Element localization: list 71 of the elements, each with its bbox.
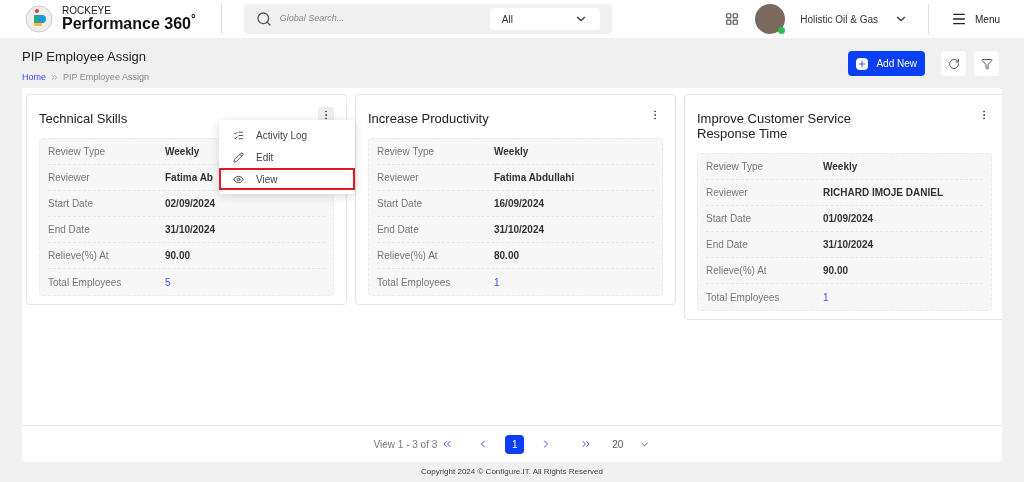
field-label: Reviewer — [48, 171, 91, 185]
employee-count-link[interactable]: 5 — [165, 274, 171, 290]
filter-button[interactable] — [974, 51, 999, 76]
page-button[interactable]: 1 — [505, 434, 525, 454]
brand-title: Performance 360$^{°}$ — [62, 16, 196, 32]
brand-subtitle: ROCKEYE — [62, 6, 112, 16]
avatar[interactable] — [755, 4, 786, 34]
refresh-icon — [947, 57, 960, 70]
field-value: Weekly — [494, 145, 529, 159]
field-value: 90.00 — [823, 264, 849, 278]
card-title: Technical Skills — [39, 111, 129, 126]
filter-icon — [980, 57, 993, 70]
field-value: 90.00 — [165, 249, 191, 263]
field-label: Start Date — [48, 197, 95, 211]
menu-item[interactable]: Activity Log — [219, 124, 355, 146]
scope-dropdown[interactable]: All — [489, 8, 600, 30]
field-value: 02/09/2024 — [165, 197, 216, 211]
page-size-select[interactable]: 20 — [612, 436, 651, 452]
field-value: 31/10/2024 — [165, 223, 216, 237]
field-value: 31/10/2024 — [823, 238, 874, 252]
search-field[interactable]: Global Search... All — [243, 4, 612, 34]
field-value: Weekly — [823, 160, 858, 174]
menu-item[interactable]: Edit — [219, 146, 355, 168]
logo-icon — [24, 4, 54, 34]
add-new-button[interactable]: Add New — [848, 51, 925, 76]
field-value: RICHARD IMOJE DANIEL — [823, 186, 943, 200]
field-label: Relieve(%) At — [706, 264, 768, 278]
field-value: Fatima Ab — [165, 171, 213, 185]
menu-icon — [951, 11, 967, 27]
view-icon — [233, 173, 244, 185]
footer-copyright: Copyright 2024 © Configure.IT. All Rights Reserved — [421, 466, 603, 478]
breadcrumb-separator-icon — [50, 72, 59, 82]
field-label: Reviewer — [377, 171, 420, 185]
company-selector[interactable]: Holistic Oil & Gas — [800, 11, 908, 27]
field-value: Weekly — [165, 145, 200, 159]
field-label: Review Type — [48, 145, 107, 159]
card-title: Improve Customer Service Response Time — [697, 111, 852, 141]
field-label: Total Employees — [48, 275, 123, 290]
field-label: Relieve(%) At — [48, 249, 110, 263]
edit-icon — [233, 151, 244, 163]
field-value: 01/09/2024 — [823, 212, 874, 226]
search-icon — [255, 11, 272, 27]
apps-grid-icon[interactable] — [725, 12, 740, 26]
field-label: Total Employees — [377, 275, 452, 290]
field-value: 31/10/2024 — [494, 223, 545, 237]
field-label: Review Type — [706, 160, 765, 174]
field-label: End Date — [706, 238, 749, 252]
breadcrumb-link[interactable]: Home — [22, 70, 46, 84]
field-label: Total Employees — [706, 290, 781, 305]
menu-item[interactable]: View — [219, 168, 355, 190]
employee-count-link[interactable]: 1 — [823, 289, 829, 305]
employee-count-link[interactable]: 1 — [494, 274, 500, 290]
log-icon — [233, 129, 244, 141]
refresh-button[interactable] — [941, 51, 966, 76]
menu-button[interactable]: Menu — [951, 11, 1000, 27]
field-label: Review Type — [377, 145, 436, 159]
field-label: Start Date — [377, 197, 424, 211]
field-value: 16/09/2024 — [494, 197, 545, 211]
plus-icon — [857, 58, 868, 69]
card-title: Increase Productivity — [368, 111, 490, 126]
first-page-icon[interactable] — [441, 438, 454, 450]
breadcrumb-current: PIP Employee Assign — [63, 70, 149, 84]
field-value: Fatima Abdullahi — [494, 171, 575, 185]
field-label: Relieve(%) At — [377, 249, 439, 263]
field-label: Reviewer — [706, 186, 749, 200]
page-title: PIP Employee Assign — [22, 48, 148, 66]
field-label: Start Date — [706, 212, 753, 226]
field-label: End Date — [377, 223, 420, 237]
pagination-summary: View 1 - 3 of 3 — [373, 437, 438, 452]
field-label: End Date — [48, 223, 91, 237]
field-value: 80.00 — [494, 249, 520, 263]
